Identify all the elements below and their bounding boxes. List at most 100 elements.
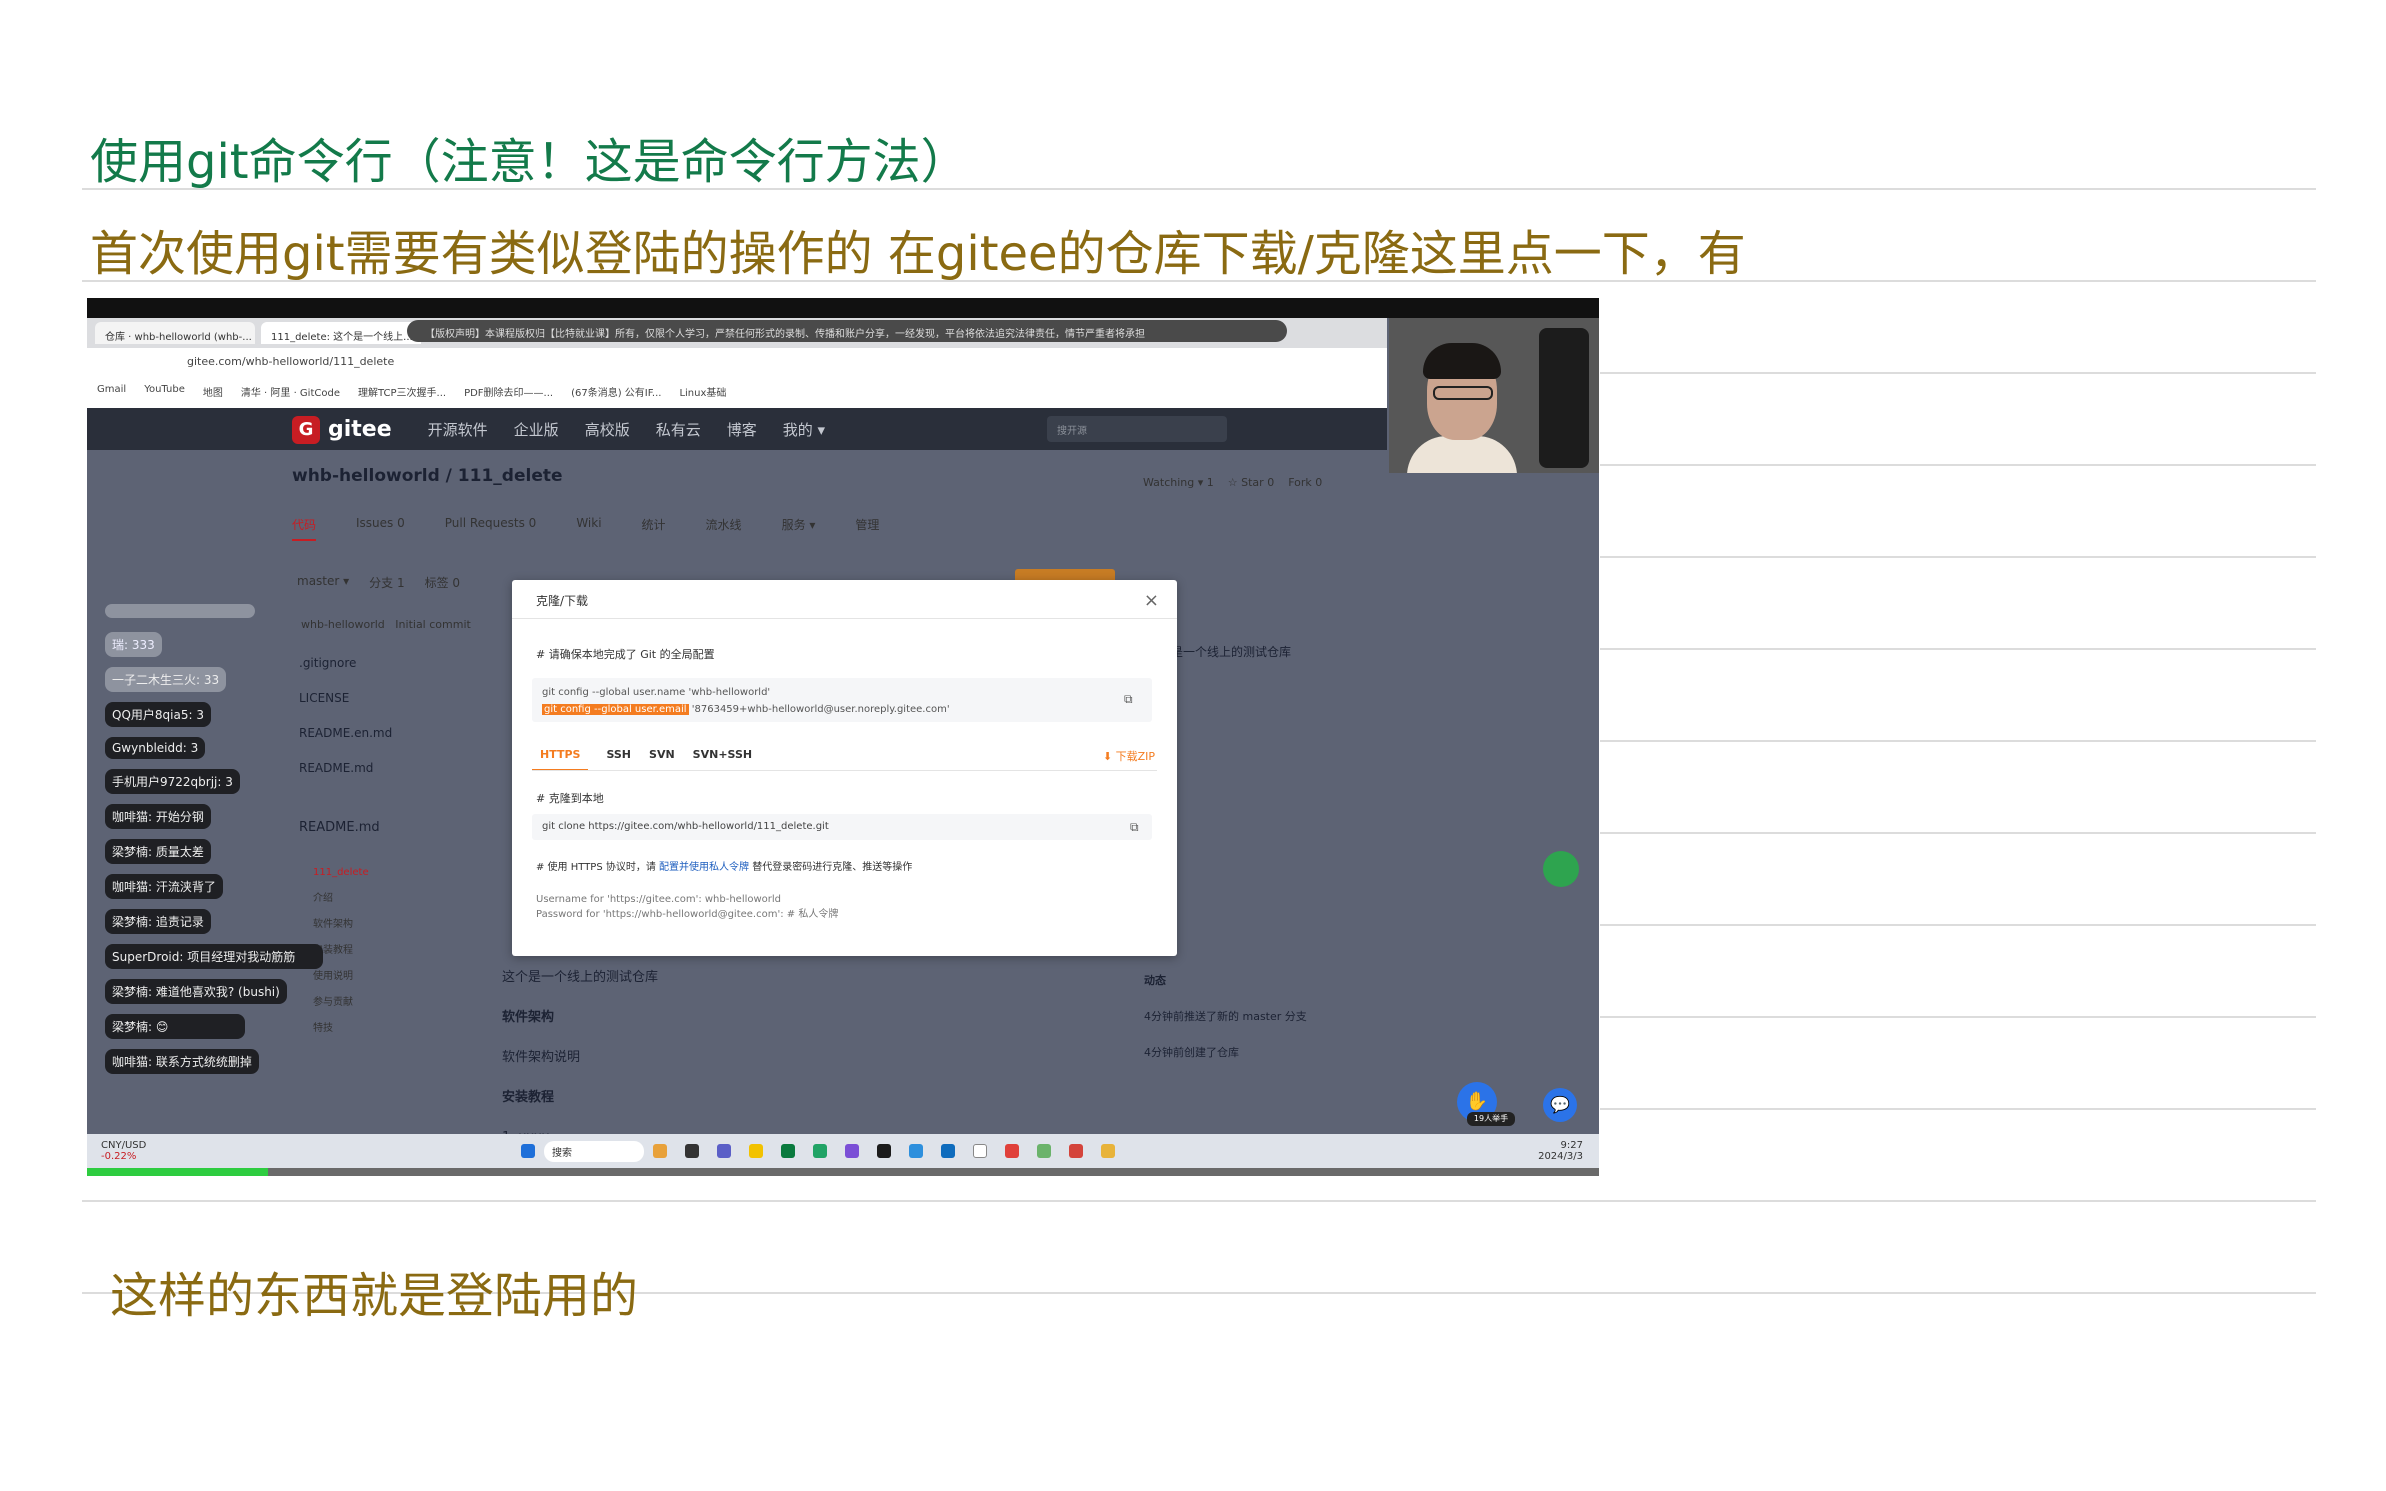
app-icon[interactable] — [813, 1144, 827, 1158]
clone-download-modal: 克隆/下载 × # 请确保本地完成了 Git 的全局配置 git config … — [512, 580, 1177, 956]
app-icon[interactable] — [909, 1144, 923, 1158]
webcam-person-hair — [1423, 343, 1501, 379]
app-icon[interactable] — [877, 1144, 891, 1158]
tab-wiki[interactable]: Wiki — [576, 516, 601, 541]
readme-text: 软件架构说明 — [502, 1050, 581, 1065]
tab-issues[interactable]: Issues 0 — [356, 516, 405, 541]
taskbar-search[interactable]: 搜索 — [544, 1140, 644, 1162]
modal-title: 克隆/下载 — [536, 594, 589, 608]
clock[interactable]: 9:27 2024/3/3 — [1538, 1140, 1583, 1162]
bookmark[interactable]: PDF删除去印——... — [464, 384, 553, 400]
config-highlight: git config --global user.email — [542, 704, 689, 715]
bookmark[interactable]: Gmail — [97, 384, 126, 400]
app-icon[interactable] — [717, 1144, 731, 1158]
bookmark[interactable]: 地图 — [203, 384, 223, 400]
repo-stats: Watching ▾ 1 ☆ Star 0 Fork 0 — [1143, 476, 1322, 489]
help-icon[interactable] — [1543, 851, 1579, 887]
activity-item[interactable]: 4分钟前推送了新的 master 分支 — [1144, 999, 1307, 1035]
nav-item[interactable]: 开源软件 — [428, 419, 488, 440]
copy-icon[interactable]: ⧉ — [1124, 692, 1133, 707]
tab-stats[interactable]: 统计 — [642, 516, 666, 541]
branch-select[interactable]: master ▾ — [297, 574, 349, 591]
repo-title[interactable]: whb-helloworld / 111_delete — [292, 466, 563, 486]
config-note: # 请确保本地完成了 Git 的全局配置 — [536, 648, 715, 661]
password-line: Password for 'https://whb-helloworld@git… — [536, 909, 839, 920]
browser-tab[interactable]: 111_delete: 这个是一个线上... — [261, 322, 421, 344]
https-tip-text: # 使用 HTTPS 协议时，请 — [536, 862, 660, 873]
note-rule — [1600, 924, 2316, 926]
tab-https[interactable]: HTTPS — [532, 748, 589, 771]
app-icon[interactable] — [1037, 1144, 1051, 1158]
bookmark[interactable]: YouTube — [144, 384, 185, 400]
download-zip-button[interactable]: ⬇ 下载ZIP — [1103, 748, 1155, 764]
tab-svn[interactable]: SVN — [649, 748, 675, 771]
app-icon[interactable] — [1069, 1144, 1083, 1158]
nav-item[interactable]: 高校版 — [585, 419, 630, 440]
username-line: Username for 'https://gitee.com': whb-he… — [536, 894, 782, 905]
chat-message: 梁梦楠: 难道他喜欢我? (bushi) — [105, 979, 287, 1004]
app-icon[interactable] — [685, 1144, 699, 1158]
branch-row: master ▾ 分支 1 标签 0 — [297, 574, 460, 591]
activity-item[interactable]: 4分钟前创建了仓库 — [1144, 1035, 1307, 1071]
bookmark[interactable]: (67条消息) 公有IF... — [571, 384, 661, 400]
nav-item[interactable]: 企业版 — [514, 419, 559, 440]
star-button[interactable]: ☆ Star 0 — [1228, 476, 1274, 489]
gitee-logo-icon[interactable]: G — [292, 416, 320, 444]
app-icon[interactable] — [749, 1144, 763, 1158]
currency-widget[interactable]: CNY/USD -0.22% — [101, 1140, 161, 1162]
repo-tabs: 代码 Issues 0 Pull Requests 0 Wiki 统计 流水线 … — [292, 516, 879, 541]
tag-count[interactable]: 标签 0 — [425, 574, 460, 591]
windows-taskbar: CNY/USD -0.22% 搜索 9:27 2024/3/3 — [87, 1134, 1599, 1168]
readme-text: 这个是一个线上的测试仓库 — [502, 970, 659, 985]
browser-tab[interactable]: 仓库 · whb-helloworld (whb-... — [95, 322, 255, 344]
bookmark[interactable]: 理解TCP三次握手... — [358, 384, 446, 400]
tab-ssh[interactable]: SSH — [606, 748, 631, 771]
video-progress-bar[interactable] — [87, 1168, 1599, 1176]
app-icon[interactable] — [941, 1144, 955, 1158]
chat-message: Gwynbleidd: 3 — [105, 737, 206, 759]
tab-services[interactable]: 服务 ▾ — [782, 516, 816, 541]
tab-svn-ssh[interactable]: SVN+SSH — [693, 748, 752, 771]
nav-item[interactable]: 私有云 — [656, 419, 701, 440]
embedded-screenshot: 仓库 · whb-helloworld (whb-... 111_delete:… — [87, 298, 1599, 1176]
tab-manage[interactable]: 管理 — [855, 516, 879, 541]
app-icon[interactable] — [653, 1144, 667, 1158]
chrome-icon[interactable] — [1101, 1144, 1115, 1158]
branch-count[interactable]: 分支 1 — [369, 574, 404, 591]
bookmark[interactable]: Linux基础 — [679, 384, 726, 400]
tab-code[interactable]: 代码 — [292, 516, 317, 541]
git-config-box[interactable]: git config --global user.name 'whb-hello… — [532, 678, 1152, 722]
watch-button[interactable]: Watching ▾ 1 — [1143, 476, 1214, 489]
tab-pull-requests[interactable]: Pull Requests 0 — [445, 516, 537, 541]
chat-bubble-icon[interactable]: 💬 — [1543, 1088, 1577, 1122]
fork-button[interactable]: Fork 0 — [1288, 476, 1322, 489]
tab-pipeline[interactable]: 流水线 — [706, 516, 742, 541]
currency-change: -0.22% — [101, 1151, 137, 1162]
chat-message: QQ用户8qia5: 3 — [105, 702, 211, 727]
app-icon[interactable] — [973, 1144, 987, 1158]
nav-search-input[interactable]: 搜开源 — [1047, 416, 1227, 442]
chat-blank-bar — [105, 604, 255, 618]
app-icon[interactable] — [1005, 1144, 1019, 1158]
app-icon[interactable] — [781, 1144, 795, 1158]
nav-item[interactable]: 我的 ▾ — [783, 419, 825, 440]
commit-message[interactable]: Initial commit — [395, 618, 471, 631]
copy-icon[interactable]: ⧉ — [1130, 820, 1139, 835]
address-bar[interactable]: gitee.com/whb-helloworld/111_delete — [87, 348, 1387, 376]
config-email: '8763459+whb-helloworld@user.noreply.git… — [688, 704, 950, 715]
chat-message: SuperDroid: 项目经理对我动筋筋 — [105, 944, 323, 969]
note-rule — [1600, 556, 2316, 558]
token-link[interactable]: 配置并使用私人令牌 — [659, 862, 749, 873]
bookmark[interactable]: 清华 · 阿里 · GitCode — [241, 384, 340, 400]
clone-command-box[interactable]: git clone https://gitee.com/whb-hellowor… — [532, 814, 1152, 840]
chat-message: 咖啡猫: 联系方式统统删掉 — [105, 1049, 259, 1074]
bookmarks-bar: Gmail YouTube 地图 清华 · 阿里 · GitCode 理解TCP… — [87, 376, 1387, 408]
start-icon[interactable] — [521, 1144, 535, 1158]
activity-title: 动态 — [1144, 974, 1166, 987]
protocol-tabs: HTTPS SSH SVN SVN+SSH — [532, 748, 752, 771]
close-icon[interactable]: × — [1144, 590, 1159, 611]
app-icon[interactable] — [845, 1144, 859, 1158]
gitee-brand[interactable]: gitee — [328, 417, 392, 442]
nav-item[interactable]: 博客 — [727, 419, 757, 440]
chat-message: 梁梦楠: 追责记录 — [105, 909, 211, 934]
